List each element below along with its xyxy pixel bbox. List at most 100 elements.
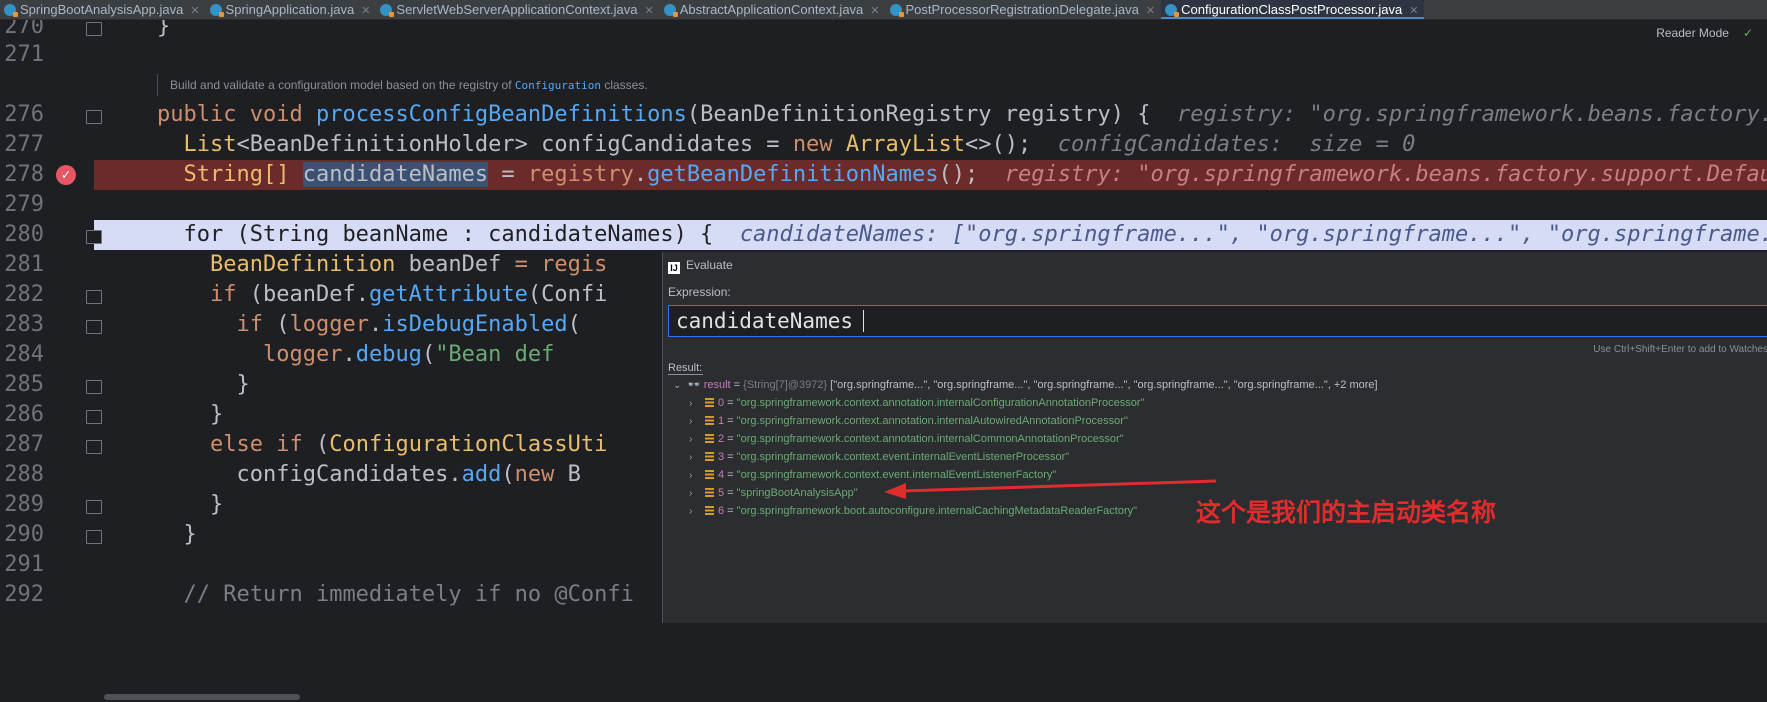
- chevron-down-icon[interactable]: ⌄: [673, 377, 687, 395]
- class-name: ConfigurationClassUti: [329, 432, 608, 457]
- code-line: for (String beanName : candidateNames) {…: [0, 220, 1767, 250]
- java-class-icon: [663, 4, 678, 17]
- chevron-right-icon[interactable]: ›: [689, 413, 703, 431]
- tab-label: PostProcessorRegistrationDelegate.java: [905, 2, 1139, 17]
- tab-postprocessorregistrationdelegate[interactable]: PostProcessorRegistrationDelegate.java ✕: [886, 0, 1162, 19]
- type: BeanDefinitionRegistry: [700, 102, 992, 127]
- item-value: "springBootAnalysisApp": [736, 487, 858, 499]
- rendered-doc-comment: Build and validate a configuration model…: [157, 74, 648, 96]
- array-element-icon: [705, 506, 714, 515]
- code-text: B: [554, 462, 581, 487]
- close-icon[interactable]: ✕: [1409, 5, 1418, 17]
- chevron-right-icon[interactable]: ›: [689, 485, 703, 503]
- item-value: "org.springframework.context.annotation.…: [736, 397, 1145, 409]
- code-text: (Confi: [527, 282, 608, 307]
- chevron-right-icon[interactable]: ›: [689, 467, 703, 485]
- object-ref: logger: [262, 342, 343, 367]
- tab-configurationclasspostprocessor[interactable]: ConfigurationClassPostProcessor.java ✕: [1161, 0, 1425, 19]
- java-class-icon: [380, 4, 395, 17]
- array-element-icon: [705, 452, 714, 461]
- chevron-right-icon[interactable]: ›: [689, 449, 703, 467]
- tab-springbootanalysisapp[interactable]: SpringBootAnalysisApp.java ✕: [0, 0, 206, 19]
- inline-debug-hint: registry: "org.springframework.beans.fac…: [1176, 102, 1767, 127]
- item-value: "org.springframework.context.event.inter…: [736, 451, 1070, 463]
- editor-tab-bar: SpringBootAnalysisApp.java ✕ SpringApplica…: [0, 0, 1767, 20]
- array-element-icon: [705, 416, 714, 425]
- close-icon[interactable]: ✕: [361, 5, 370, 17]
- punct: (: [501, 462, 515, 487]
- close-icon[interactable]: ✕: [870, 5, 879, 17]
- keyword: public: [157, 102, 237, 127]
- tab-abstractapplicationcontext[interactable]: AbstractApplicationContext.java ✕: [660, 0, 886, 19]
- tab-springapplication[interactable]: SpringApplication.java ✕: [206, 0, 377, 19]
- doc-suffix: classes.: [604, 78, 648, 92]
- doc-code[interactable]: Configuration: [515, 79, 601, 92]
- variable: beanDef: [408, 252, 502, 277]
- string-literal: "Bean def: [435, 342, 555, 367]
- result-item-row[interactable]: › 2 = "org.springframework.context.annota…: [689, 430, 1124, 448]
- chevron-right-icon[interactable]: ›: [689, 503, 703, 521]
- fold-marker-icon[interactable]: [86, 22, 102, 36]
- punct: <>();: [965, 132, 1032, 157]
- method-name: processConfigBeanDefinitions: [315, 102, 687, 127]
- variable: candidateNames: [302, 162, 489, 187]
- result-item-row[interactable]: › 0 = "org.springframework.context.annota…: [689, 394, 1144, 412]
- result-label: Result:: [668, 362, 704, 375]
- item-value: "org.springframework.boot.autoconfigure.…: [736, 505, 1138, 517]
- result-item-row[interactable]: › 5 = "springBootAnalysisApp": [689, 484, 858, 502]
- inline-debug-hint: candidateNames: ["org.springframe...", "…: [739, 222, 1767, 247]
- chevron-right-icon[interactable]: ›: [689, 431, 703, 449]
- result-item-row[interactable]: › 6 = "org.springframework.boot.autoconfi…: [689, 502, 1137, 520]
- method-name: add: [461, 462, 502, 487]
- result-item-row[interactable]: › 3 = "org.springframework.context.event.…: [689, 448, 1069, 466]
- java-class-icon: [209, 4, 224, 17]
- item-value: "org.springframework.context.annotation.…: [736, 433, 1124, 445]
- keyword: new: [514, 462, 555, 487]
- type: String[]: [183, 162, 290, 187]
- tab-label: SpringApplication.java: [225, 2, 355, 17]
- expression-field[interactable]: [668, 305, 1767, 337]
- close-icon[interactable]: ✕: [1146, 5, 1155, 17]
- method-name: isDebugEnabled: [382, 312, 568, 337]
- punct: .: [633, 162, 648, 187]
- keyword: else: [209, 432, 263, 457]
- tab-label: ConfigurationClassPostProcessor.java: [1181, 2, 1403, 17]
- tab-servletwebserverapplicationcontext[interactable]: ServletWebServerApplicationContext.java ✕: [376, 0, 659, 19]
- equals: =: [730, 379, 744, 391]
- expression-input[interactable]: [669, 306, 1767, 336]
- result-item-row[interactable]: › 1 = "org.springframework.context.annota…: [689, 412, 1128, 430]
- array-element-icon: [705, 488, 714, 497]
- code-text: }: [209, 402, 224, 427]
- punct: .: [342, 342, 356, 367]
- punct: ();: [938, 162, 979, 187]
- code-line: public void processConfigBeanDefinitions…: [0, 100, 1767, 130]
- keyword: void: [249, 102, 303, 127]
- item-value: "org.springframework.context.annotation.…: [736, 415, 1128, 427]
- result-root-row[interactable]: ⌄ 👓 result = {String[7]@3972} ["org.spring…: [673, 376, 1378, 394]
- close-icon[interactable]: ✕: [645, 5, 654, 17]
- fold-marker-icon[interactable]: [86, 110, 102, 124]
- horizontal-scrollbar[interactable]: [104, 694, 300, 700]
- punct: ) {: [1110, 102, 1151, 127]
- code-text: }: [209, 492, 224, 517]
- tab-label: AbstractApplicationContext.java: [679, 2, 864, 17]
- chevron-right-icon[interactable]: ›: [689, 395, 703, 413]
- method-name: getBeanDefinitionNames: [647, 162, 939, 187]
- result-type: {String[7]@3972}: [743, 379, 828, 391]
- watch-glasses-icon: 👓: [687, 379, 701, 391]
- punct: (: [302, 432, 330, 457]
- punct: .: [448, 462, 462, 487]
- close-icon[interactable]: ✕: [190, 5, 199, 17]
- punct: (: [567, 312, 581, 337]
- code-text: (beanDef.: [236, 282, 369, 307]
- punct: .: [368, 312, 383, 337]
- java-class-icon: [4, 4, 18, 17]
- evaluate-title-bar[interactable]: IJ Evaluate: [663, 252, 1767, 278]
- variable: configCandidates: [541, 132, 754, 157]
- punct: =: [753, 132, 793, 157]
- generic: <BeanDefinitionHolder>: [236, 132, 528, 157]
- code-text: }: [236, 372, 250, 397]
- tab-label: ServletWebServerApplicationContext.java: [396, 2, 638, 17]
- line-number: 271: [4, 42, 44, 67]
- expression-label: Expression:: [668, 285, 731, 299]
